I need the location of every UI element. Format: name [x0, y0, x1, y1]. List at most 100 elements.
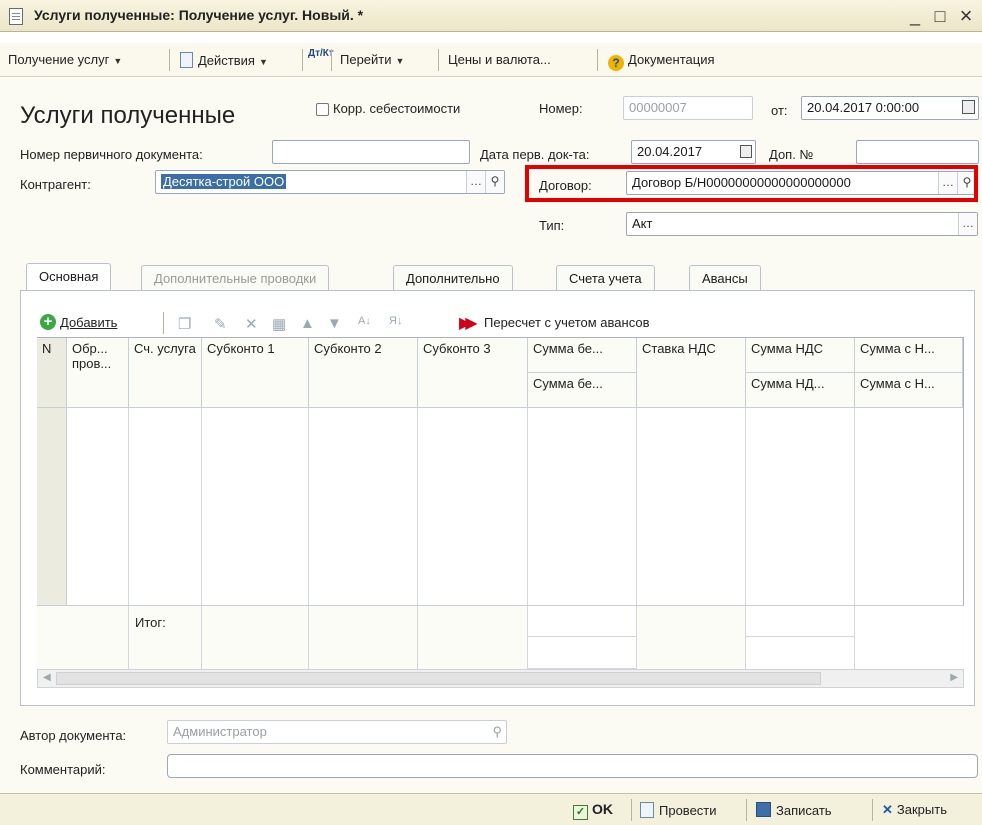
save-icon[interactable]: ▦ — [272, 315, 286, 333]
footer-cell — [202, 606, 309, 669]
type-select-button[interactable]: … — [958, 213, 977, 235]
save-label: Записать — [776, 803, 832, 818]
dt-kt-button[interactable]: Дт/Кт — [308, 48, 334, 59]
extra-no-field[interactable] — [856, 140, 979, 164]
counterparty-label: Контрагент: — [20, 177, 91, 192]
form-title: Услуги полученные — [20, 102, 236, 129]
column-header-total-2[interactable]: Сумма с Н... — [855, 373, 963, 408]
comment-label: Комментарий: — [20, 762, 106, 777]
goto-label: Перейти — [340, 52, 392, 67]
footer-divider — [528, 636, 637, 637]
column-header-account[interactable]: Сч. услуга — [129, 338, 202, 408]
author-value: Администратор — [173, 724, 267, 739]
number-label: Номер: — [539, 101, 583, 116]
primary-doc-number-label: Номер первичного документа: — [20, 147, 203, 162]
ok-check-icon: ✓ — [573, 805, 588, 820]
tab-advances[interactable]: Авансы — [689, 265, 761, 291]
search-icon[interactable]: ⚲ — [485, 171, 504, 193]
command-bar: ✓ OK Провести Записать ✕ Закрыть — [0, 793, 982, 825]
type-field[interactable]: Акт … — [626, 212, 978, 236]
column-header-subconto-1[interactable]: Субконто 1 — [202, 338, 309, 408]
documentation-button[interactable]: ? Документация — [608, 52, 715, 71]
chevron-down-icon: ▼ — [113, 56, 123, 66]
calendar-icon[interactable] — [962, 100, 975, 114]
window-title-bar[interactable]: Услуги полученные: Получение услуг. Новы… — [0, 0, 982, 32]
primary-doc-date-field[interactable]: 20.04.2017 — [631, 140, 756, 164]
close-icon: ✕ — [882, 802, 893, 817]
delete-icon[interactable]: ✕ — [245, 315, 258, 333]
counterparty-value-wrap: Десятка-строй ООО — [156, 171, 466, 192]
sort-desc-icon[interactable]: Я↓ — [389, 315, 402, 327]
column-header-sum-without-vat-2[interactable]: Сумма бе... — [528, 373, 637, 408]
move-up-icon[interactable]: ▲ — [300, 315, 315, 332]
author-label: Автор документа: — [20, 728, 127, 743]
column-header-total[interactable]: Сумма с Н... — [855, 338, 963, 373]
toolbar-divider — [169, 49, 170, 71]
maximize-button[interactable]: □ — [929, 4, 951, 28]
save-button[interactable]: Записать — [756, 802, 832, 818]
counterparty-select-button[interactable]: … — [466, 171, 485, 193]
column-header-subconto-2[interactable]: Субконто 2 — [309, 338, 418, 408]
date-field[interactable]: 20.04.2017 0:00:00 — [801, 96, 979, 120]
tab-additional[interactable]: Дополнительно — [393, 265, 513, 291]
number-field[interactable]: 00000007 — [623, 96, 753, 120]
chevron-down-icon: ▼ — [258, 57, 268, 67]
actions-label: Действия — [198, 53, 255, 68]
tab-main[interactable]: Основная — [26, 263, 112, 291]
date-value: 20.04.2017 0:00:00 — [807, 100, 920, 115]
number-value: 00000007 — [629, 100, 687, 115]
comment-value — [168, 755, 977, 761]
sort-asc-icon[interactable]: A↓ — [358, 315, 371, 327]
ok-button[interactable]: ✓ OK — [573, 801, 613, 820]
chevron-down-icon: ▼ — [395, 56, 405, 66]
minimize-button[interactable]: _ — [904, 4, 926, 28]
main-toolbar: Получение услуг ▼ Действия ▼ Дт/Кт Перейти… — [0, 43, 982, 77]
author-field[interactable]: Администратор ⚲ — [167, 720, 507, 744]
tab-accounts[interactable]: Счета учета — [556, 265, 655, 291]
move-down-icon[interactable]: ▼ — [327, 315, 342, 332]
dt-kt-icon: Дт/Кт — [308, 48, 334, 59]
receive-services-menu[interactable]: Получение услуг ▼ — [8, 52, 122, 67]
close-button[interactable]: ✕ Закрыть — [882, 802, 947, 818]
comment-field[interactable] — [167, 754, 978, 778]
footer-cell — [637, 606, 746, 669]
horizontal-scrollbar[interactable]: ◀ ▶ — [37, 669, 964, 688]
footer-total-cell — [855, 606, 963, 669]
scrollbar-thumb[interactable] — [56, 672, 821, 685]
calendar-icon[interactable] — [740, 145, 752, 158]
primary-doc-number-value — [273, 141, 469, 147]
type-value: Акт — [632, 216, 653, 231]
post-label: Провести — [659, 803, 717, 818]
primary-doc-date-label: Дата перв. док-та: — [480, 147, 590, 162]
toolbar-divider — [302, 49, 303, 71]
column-header-vat-sum[interactable]: Сумма НДС — [746, 338, 855, 373]
column-header-posting[interactable]: Обр... пров... — [67, 338, 129, 408]
column-header-n[interactable]: N — [37, 338, 67, 408]
scroll-right-icon[interactable]: ▶ — [950, 672, 958, 683]
column-header-vat-rate[interactable]: Ставка НДС — [637, 338, 746, 408]
column-header-vat-sum-2[interactable]: Сумма НД... — [746, 373, 855, 408]
actions-menu[interactable]: Действия ▼ — [180, 52, 268, 68]
copy-icon[interactable]: ❐ — [178, 315, 191, 333]
column-header-sum-without-vat[interactable]: Сумма бе... — [528, 338, 637, 373]
recalc-advances-button[interactable]: Пересчет с учетом авансов — [484, 315, 649, 330]
primary-doc-number-field[interactable] — [272, 140, 470, 164]
corr-cost-checkbox[interactable] — [316, 103, 329, 116]
edit-icon[interactable]: ✎ — [214, 315, 227, 333]
close-window-button[interactable]: × — [955, 4, 977, 28]
toolbar-divider — [746, 799, 747, 821]
add-row-button[interactable]: Добавить — [60, 315, 117, 330]
tab-additional-postings[interactable]: Дополнительные проводки — [141, 265, 330, 291]
search-icon[interactable]: ⚲ — [492, 724, 502, 740]
highlight-frame — [525, 165, 978, 202]
footer-vat-cell — [746, 606, 855, 669]
goto-menu[interactable]: Перейти ▼ — [340, 52, 404, 67]
counterparty-field[interactable]: Десятка-строй ООО … ⚲ — [155, 170, 505, 194]
footer-cell — [309, 606, 418, 669]
prices-currency-button[interactable]: Цены и валюта... — [448, 52, 551, 67]
footer-cell — [67, 606, 129, 669]
column-header-subconto-3[interactable]: Субконто 3 — [418, 338, 528, 408]
document-icon — [9, 8, 23, 25]
post-button[interactable]: Провести — [640, 802, 717, 818]
scroll-left-icon[interactable]: ◀ — [43, 672, 51, 683]
